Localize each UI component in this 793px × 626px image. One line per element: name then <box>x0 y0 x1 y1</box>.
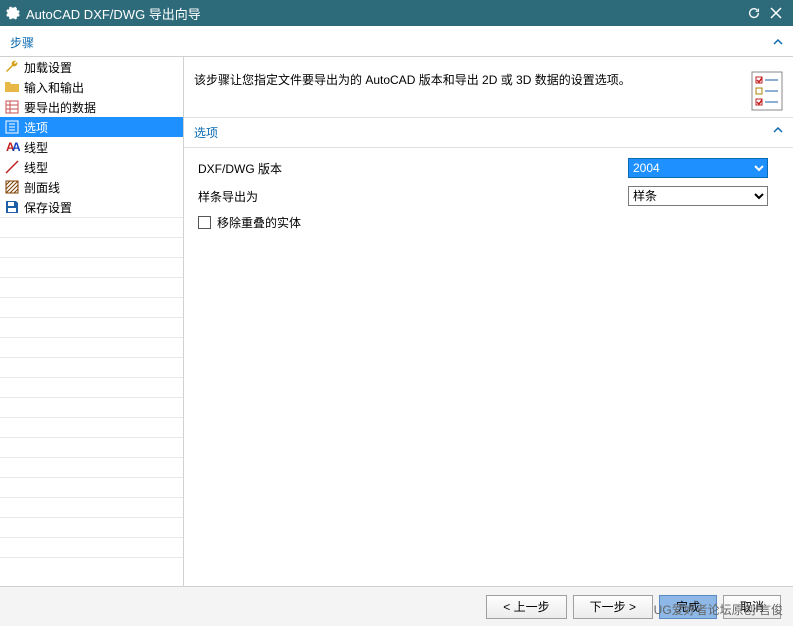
sidebar-item-options[interactable]: 选项 <box>0 117 183 137</box>
wizard-footer: < 上一步 下一步 > 完成 取消 UG爱好者论坛原创 言俊 <box>0 586 793 626</box>
next-button[interactable]: 下一步 > <box>573 595 653 619</box>
folder-icon <box>4 79 20 95</box>
line-icon <box>4 159 20 175</box>
sidebar-item-export-data[interactable]: 要导出的数据 <box>0 97 183 117</box>
panel-title: 选项 <box>194 124 218 141</box>
sidebar-item-label: 剖面线 <box>24 179 60 196</box>
field-version: DXF/DWG 版本 2004 <box>198 158 779 178</box>
sidebar-item-save-settings[interactable]: 保存设置 <box>0 197 183 217</box>
chevron-up-icon[interactable] <box>773 124 783 141</box>
chevron-up-icon[interactable] <box>773 36 783 50</box>
options-icon <box>4 119 20 135</box>
sidebar-item-label: 线型 <box>24 139 48 156</box>
sidebar-item-section-lines[interactable]: 剖面线 <box>0 177 183 197</box>
checklist-icon <box>751 71 783 111</box>
sidebar-item-io[interactable]: 输入和输出 <box>0 77 183 97</box>
options-panel-header: 选项 <box>184 117 793 148</box>
steps-header: 步骤 <box>0 26 793 56</box>
sidebar-item-linetype-2[interactable]: 线型 <box>0 157 183 177</box>
save-icon <box>4 199 20 215</box>
version-select[interactable]: 2004 <box>628 158 768 178</box>
remove-dup-label: 移除重叠的实体 <box>217 214 301 231</box>
sidebar-item-load-settings[interactable]: 加载设置 <box>0 57 183 77</box>
steps-sidebar: 加载设置 输入和输出 要导出的数据 选项 AA 线型 线型 剖面线 保存设置 <box>0 57 184 586</box>
sidebar-item-label: 输入和输出 <box>24 79 84 96</box>
spline-label: 样条导出为 <box>198 188 618 205</box>
close-icon[interactable] <box>765 2 787 24</box>
hatch-icon <box>4 179 20 195</box>
finish-button[interactable]: 完成 <box>659 595 717 619</box>
cancel-button[interactable]: 取消 <box>723 595 781 619</box>
steps-label: 步骤 <box>10 34 34 51</box>
sidebar-item-label: 保存设置 <box>24 199 72 216</box>
field-remove-duplicates[interactable]: 移除重叠的实体 <box>198 214 779 231</box>
svg-text:A: A <box>12 140 20 154</box>
sidebar-item-label: 加载设置 <box>24 59 72 76</box>
wrench-icon <box>4 59 20 75</box>
data-icon <box>4 99 20 115</box>
sidebar-item-label: 选项 <box>24 119 48 136</box>
main-panel: 该步骤让您指定文件要导出为的 AutoCAD 版本和导出 2D 或 3D 数据的… <box>184 57 793 586</box>
step-description: 该步骤让您指定文件要导出为的 AutoCAD 版本和导出 2D 或 3D 数据的… <box>194 71 741 89</box>
field-spline: 样条导出为 样条 <box>198 186 779 206</box>
sidebar-item-label: 线型 <box>24 159 48 176</box>
prev-button[interactable]: < 上一步 <box>486 595 566 619</box>
sidebar-item-linetype-1[interactable]: AA 线型 <box>0 137 183 157</box>
gear-icon <box>6 6 20 20</box>
sidebar-item-label: 要导出的数据 <box>24 99 96 116</box>
refresh-icon[interactable] <box>743 2 765 24</box>
title-bar: AutoCAD DXF/DWG 导出向导 <box>0 0 793 26</box>
text-icon: AA <box>4 139 20 155</box>
checkbox-icon[interactable] <box>198 216 211 229</box>
window-title: AutoCAD DXF/DWG 导出向导 <box>26 4 743 23</box>
spline-select[interactable]: 样条 <box>628 186 768 206</box>
version-label: DXF/DWG 版本 <box>198 160 618 177</box>
